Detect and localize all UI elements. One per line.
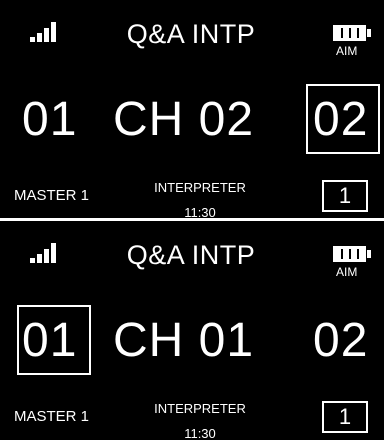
battery-label: AIM	[336, 265, 358, 279]
time-display: 11:30	[184, 205, 216, 219]
display-screen-bottom: Q&A INTP AIM 01 CH 01 02 MASTER 1 INTERP…	[0, 221, 384, 440]
value-box[interactable]: 1	[322, 401, 368, 433]
channel-left[interactable]: 01	[22, 92, 77, 148]
channel-selection-box	[17, 305, 91, 375]
screen-title: Q&A INTP	[126, 19, 256, 49]
battery-icon	[333, 25, 374, 41]
channel-right[interactable]: 02	[313, 313, 368, 369]
battery-label: AIM	[336, 44, 358, 58]
channel-display: CH 02	[113, 93, 255, 146]
channel-selection-box	[306, 84, 380, 154]
master-label: MASTER 1	[14, 408, 90, 425]
screen-title: Q&A INTP	[126, 240, 256, 270]
master-label: MASTER 1	[14, 187, 90, 204]
value-box[interactable]: 1	[322, 180, 368, 212]
signal-strength-icon	[30, 243, 60, 263]
battery-icon	[333, 246, 374, 262]
interpreter-label: INTERPRETER	[154, 401, 246, 416]
channel-display: CH 01	[113, 314, 255, 367]
interpreter-label: INTERPRETER	[154, 180, 246, 195]
display-screen-top: Q&A INTP AIM 01 CH 02 02 MASTER 1 INTERP…	[0, 0, 384, 219]
signal-strength-icon	[30, 22, 60, 42]
